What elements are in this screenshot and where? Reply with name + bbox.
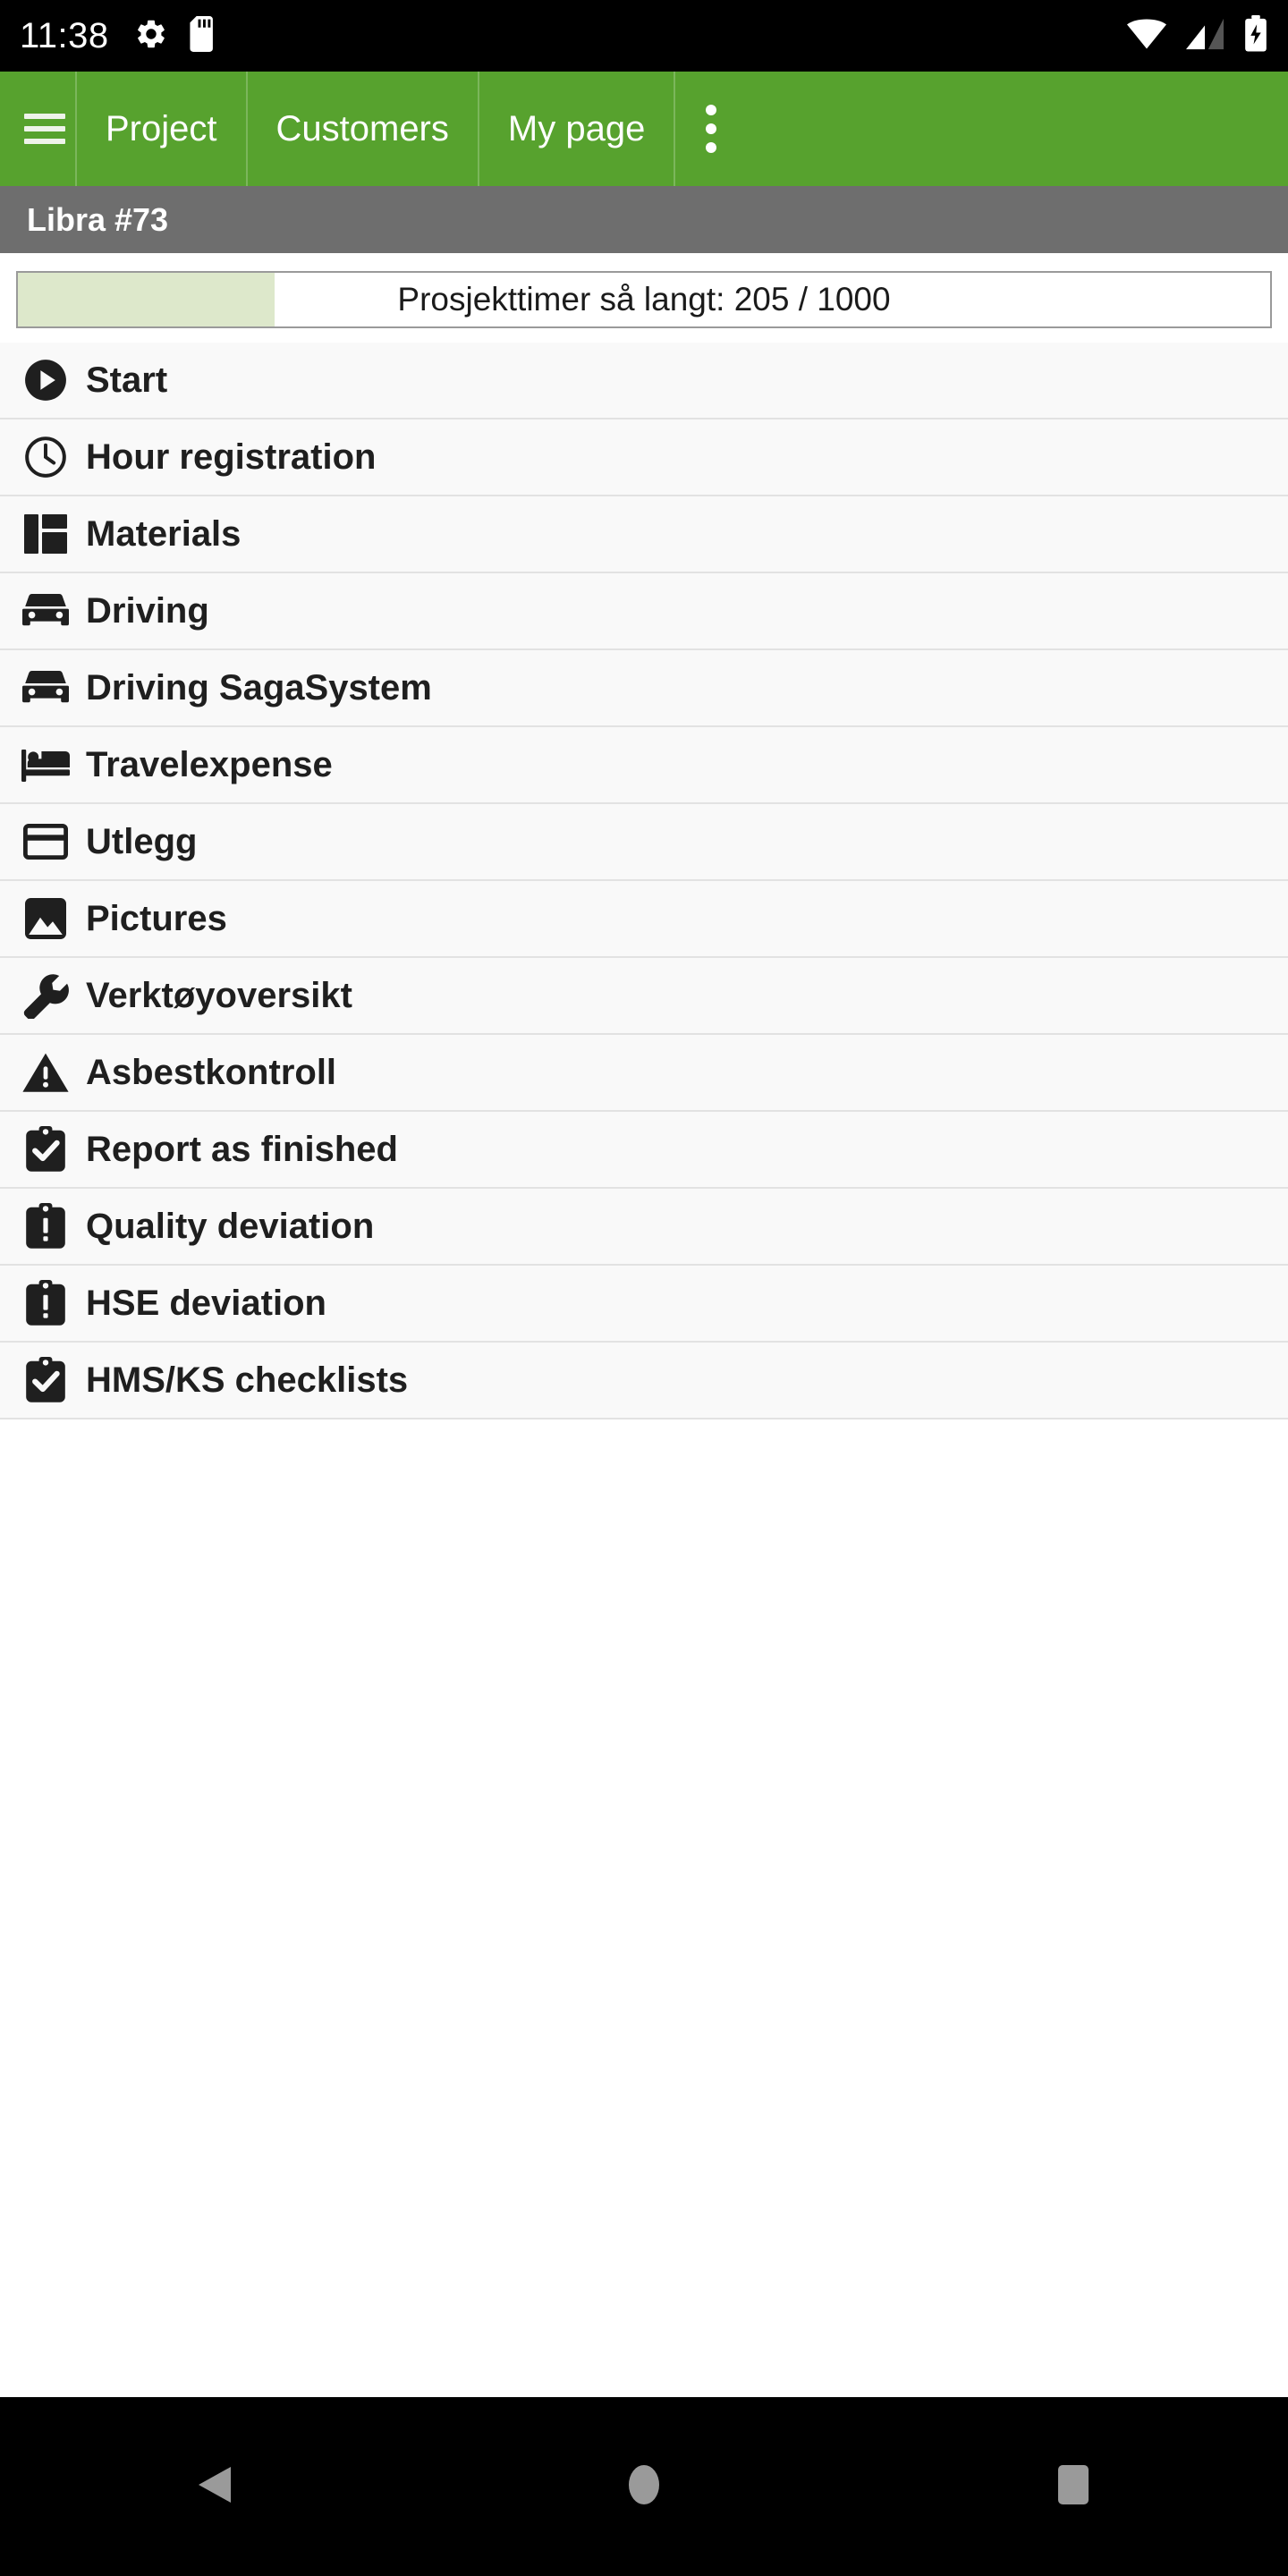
tab-customers-label: Customers [275,108,449,148]
menu-item-start[interactable]: Start [0,343,1288,419]
menu-item-hour-registration[interactable]: Hour registration [0,419,1288,496]
project-hours-progress-section: Prosjekttimer så langt: 205 / 1000 [0,253,1288,343]
recents-square-icon [1058,2464,1089,2509]
menu-item-label: HMS/KS checklists [86,1360,409,1400]
menu-item-utlegg[interactable]: Utlegg [0,804,1288,881]
tab-project[interactable]: Project [75,72,246,186]
hamburger-menu-button[interactable] [0,72,75,186]
clipboard-check-icon [20,1123,72,1175]
menu-item-label: HSE deviation [86,1283,326,1323]
three-dot-overflow-icon [706,105,717,153]
menu-item-label: Report as finished [86,1129,398,1169]
project-hours-progress-label: Prosjekttimer så langt: 205 / 1000 [397,281,891,318]
clipboard-alert-icon [20,1277,72,1329]
home-circle-icon [629,2463,659,2511]
menu-item-hse-deviation[interactable]: HSE deviation [0,1266,1288,1343]
menu-item-driving-sagasystem[interactable]: Driving SagaSystem [0,650,1288,727]
tab-project-label: Project [106,108,217,148]
cell-signal-icon [1186,18,1224,55]
menu-item-asbestkontroll[interactable]: Asbestkontroll [0,1035,1288,1112]
menu-item-driving[interactable]: Driving [0,573,1288,650]
menu-item-label: Driving [86,590,209,631]
tab-my-page[interactable]: My page [477,72,674,186]
menu-item-label: Travelexpense [86,744,333,784]
tab-customers[interactable]: Customers [245,72,478,186]
wrench-icon [20,970,72,1021]
menu-item-travelexpense[interactable]: Travelexpense [0,727,1288,804]
menu-item-report-as-finished[interactable]: Report as finished [0,1112,1288,1189]
hamburger-menu-icon [24,114,65,144]
menu-item-label: Pictures [86,898,227,938]
gear-icon [134,17,168,55]
menu-item-quality-deviation[interactable]: Quality deviation [0,1189,1288,1266]
menu-item-label: Utlegg [86,821,198,861]
wifi-icon [1127,19,1166,54]
clipboard-alert-icon [20,1200,72,1252]
image-icon [20,893,72,945]
system-home-button[interactable] [555,2397,733,2576]
tab-my-page-label: My page [507,108,646,148]
android-system-navigation-bar [0,2397,1288,2576]
credit-card-icon [20,816,72,868]
warning-triangle-icon [20,1046,72,1098]
menu-item-label: Asbestkontroll [86,1052,337,1092]
system-recents-button[interactable] [984,2397,1163,2576]
system-back-button[interactable] [125,2397,304,2576]
clock-icon [20,431,72,483]
dashboard-grid-icon [20,508,72,560]
project-menu-list: Start Hour registration Materials Driving Dr… [0,343,1288,1419]
menu-item-label: Quality deviation [86,1206,375,1246]
menu-item-label: Start [86,360,168,400]
app-bar: Project Customers My page [0,72,1288,186]
menu-item-label: Verktøyoversikt [86,975,352,1015]
menu-item-label: Driving SagaSystem [86,667,432,708]
menu-item-materials[interactable]: Materials [0,496,1288,573]
project-title: Libra #73 [27,200,169,238]
status-bar-clock: 11:38 [20,15,109,55]
sd-card-icon [188,15,218,56]
project-header-bar: Libra #73 [0,186,1288,253]
overflow-menu-button[interactable] [674,72,1288,186]
menu-item-pictures[interactable]: Pictures [0,881,1288,958]
menu-item-verkt-yoversikt[interactable]: Verktøyoversikt [0,958,1288,1035]
car-icon [20,662,72,714]
menu-item-label: Hour registration [86,436,377,477]
menu-item-label: Materials [86,513,242,554]
clipboard-check-icon [20,1354,72,1406]
car-icon [20,585,72,637]
back-triangle-icon [195,2463,234,2511]
play-circle-icon [20,354,72,406]
project-hours-progress-bar: Prosjekttimer så langt: 205 / 1000 [16,271,1272,328]
battery-charging-icon [1243,14,1268,57]
menu-item-hms-ks-checklists[interactable]: HMS/KS checklists [0,1343,1288,1419]
status-bar: 11:38 [0,0,1288,72]
bed-icon [20,739,72,791]
